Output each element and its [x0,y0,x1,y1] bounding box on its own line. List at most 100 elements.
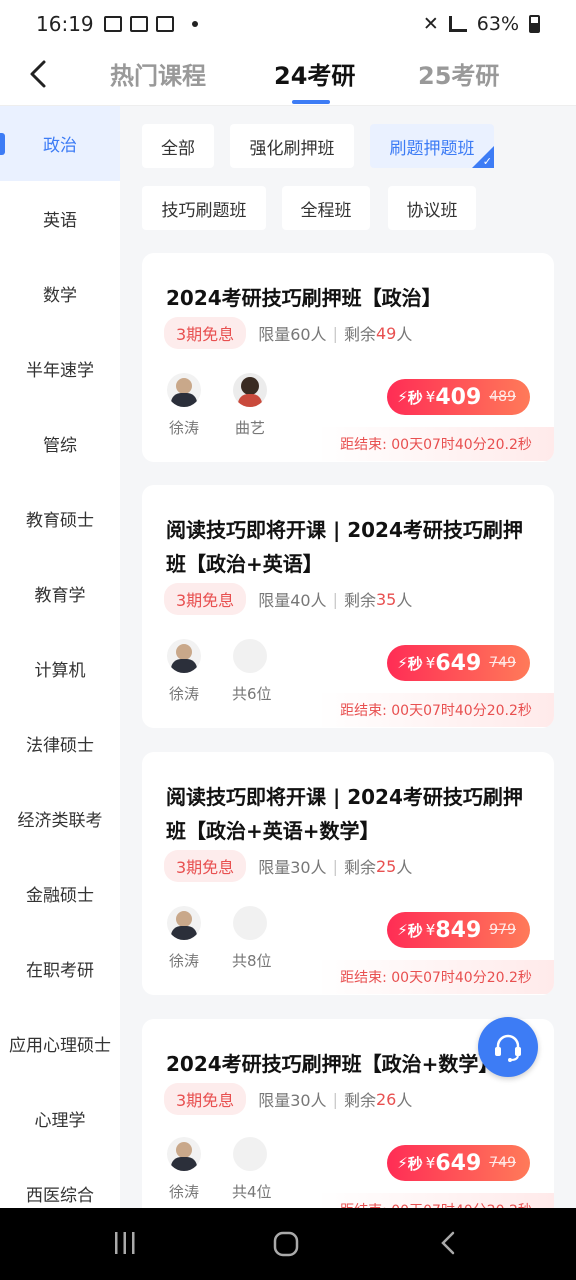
course-meta: 3期免息 限量60人 | 剩余 49 人 [164,317,412,349]
more-teachers[interactable]: 共6位 [232,639,272,704]
flash-icon: ⚡ [397,654,408,672]
teacher-name: 徐涛 [168,952,199,970]
sidebar-item-economics[interactable]: 经济类联考 [0,781,120,856]
flash-sale-price[interactable]: ⚡ 秒 ¥849 979 [387,912,530,948]
sidebar-item-psychology[interactable]: 心理学 [0,1081,120,1156]
sidebar-item-in-service[interactable]: 在职考研 [0,931,120,1006]
countdown: 距结束: 00天07时40分20.2秒 [318,427,554,461]
installment-badge: 3期免息 [164,317,247,349]
course-meta: 3期免息 限量30人 | 剩余 25 人 [164,850,412,882]
flash-sale-price[interactable]: ⚡ 秒 ¥649 749 [387,1145,530,1181]
more-notifications-icon [191,21,198,27]
current-price: 409 [435,384,482,410]
remain-count: 26 [375,1089,397,1109]
course-card[interactable]: 2024考研技巧刷押班【政治】 3期免息 限量60人 | 剩余 49 人 徐涛 曲艺… [142,253,554,462]
selected-check-icon [472,146,494,168]
current-price: 649 [435,1150,482,1176]
filter-intensive[interactable]: 强化刷押班 [230,124,354,168]
status-bar: 16:19 ✕ 63% [0,0,576,48]
remain-count: 25 [375,856,397,876]
teacher-list: 徐涛 共6位 [166,639,272,704]
customer-service-button[interactable] [478,1017,538,1077]
teacher[interactable]: 徐涛 [166,373,202,438]
back-button[interactable] [20,56,60,96]
check-notification-icon [155,16,174,32]
filter-skills[interactable]: 技巧刷题班 [142,186,266,230]
filter-agreement[interactable]: 协议班 [388,186,476,230]
avatar-placeholder [233,639,267,673]
flash-label: 秒 [407,1154,423,1173]
battery-icon [529,15,540,33]
battery-percent: 63% [476,13,519,35]
teacher-count: 共8位 [232,952,272,970]
course-meta: 3期免息 限量40人 | 剩余 35 人 [164,583,412,615]
home-icon[interactable] [272,1230,300,1258]
divider: | [332,589,338,609]
remain-suffix: 人 [396,591,413,610]
system-icons: ✕ 63% [423,13,540,35]
currency: ¥ [425,654,436,672]
sidebar-item-math[interactable]: 数学 [0,256,120,331]
course-card[interactable]: 阅读技巧即将开课 | 2024考研技巧刷押班【政治+英语+数学】 3期免息 限量… [142,752,554,995]
installment-badge: 3期免息 [164,850,247,882]
flash-label: 秒 [407,921,423,940]
avatar [167,1137,201,1171]
divider: | [332,1089,338,1109]
teacher-list: 徐涛 共4位 [166,1137,272,1202]
sidebar-item-education-master[interactable]: 教育硕士 [0,481,120,556]
teacher[interactable]: 徐涛 [166,639,202,704]
countdown: 距结束: 00天07时40分20.2秒 [318,1193,554,1208]
remain-prefix: 剩余 [343,591,376,610]
teacher-count: 共4位 [232,1183,272,1201]
installment-badge: 3期免息 [164,583,247,615]
course-title: 阅读技巧即将开课 | 2024考研技巧刷押班【政治+英语+数学】 [166,785,523,843]
teacher-name: 曲艺 [234,419,265,437]
back-nav-icon[interactable] [436,1230,462,1256]
category-sidebar: 政治 英语 数学 半年速学 管综 教育硕士 教育学 计算机 法律硕士 经济类联考… [0,106,120,1208]
course-card[interactable]: 阅读技巧即将开课 | 2024考研技巧刷押班【政治+英语】 3期免息 限量40人… [142,485,554,728]
avatar [167,639,201,673]
sidebar-item-finance-master[interactable]: 金融硕士 [0,856,120,931]
teacher[interactable]: 徐涛 [166,1137,202,1202]
current-price: 849 [435,917,482,943]
sidebar-item-computer[interactable]: 计算机 [0,631,120,706]
sidebar-item-management[interactable]: 管综 [0,406,120,481]
sidebar-item-law-master[interactable]: 法律硕士 [0,706,120,781]
check-notification-icon [129,16,148,32]
sidebar-item-english[interactable]: 英语 [0,181,120,256]
tab-24-kaoyan[interactable]: 24考研 [274,56,355,91]
limit-text: 限量60人 [258,325,327,344]
flash-sale-price[interactable]: ⚡ 秒 ¥409 489 [387,379,530,415]
remain-prefix: 剩余 [343,325,376,344]
limit-text: 限量30人 [258,858,327,877]
flash-label: 秒 [407,654,423,673]
app-screen: 16:19 ✕ 63% 热门课程 24考研 25考研 政治 英语 数学 半年速学… [0,0,576,1280]
sidebar-item-pedagogy[interactable]: 教育学 [0,556,120,631]
flash-sale-price[interactable]: ⚡ 秒 ¥649 749 [387,645,530,681]
sidebar-item-western-medicine[interactable]: 西医综合 [0,1156,120,1208]
recent-apps-icon[interactable] [112,1230,138,1256]
sidebar-item-politics[interactable]: 政治 [0,106,120,181]
system-navigation-bar [0,1208,576,1280]
teacher[interactable]: 徐涛 [166,906,202,971]
filter-full-course[interactable]: 全程班 [282,186,370,230]
remain-prefix: 剩余 [343,1091,376,1110]
image-notification-icon [103,16,122,32]
more-teachers[interactable]: 共8位 [232,906,272,971]
sidebar-item-half-year[interactable]: 半年速学 [0,331,120,406]
more-teachers[interactable]: 共4位 [232,1137,272,1202]
remain-count: 49 [375,323,397,343]
filter-all[interactable]: 全部 [142,124,214,168]
divider: | [332,856,338,876]
tab-25-kaoyan[interactable]: 25考研 [418,56,499,91]
original-price: 749 [489,655,516,671]
avatar [233,373,267,407]
flash-icon: ⚡ [397,388,408,406]
limit-text: 限量40人 [258,591,327,610]
tab-hot-courses[interactable]: 热门课程 [110,56,206,91]
installment-badge: 3期免息 [164,1083,247,1115]
teacher[interactable]: 曲艺 [232,373,268,438]
signal-icon [448,16,467,32]
filter-practice-predict[interactable]: 刷题押题班 [370,124,494,168]
sidebar-item-applied-psychology[interactable]: 应用心理硕士 [0,1006,120,1081]
